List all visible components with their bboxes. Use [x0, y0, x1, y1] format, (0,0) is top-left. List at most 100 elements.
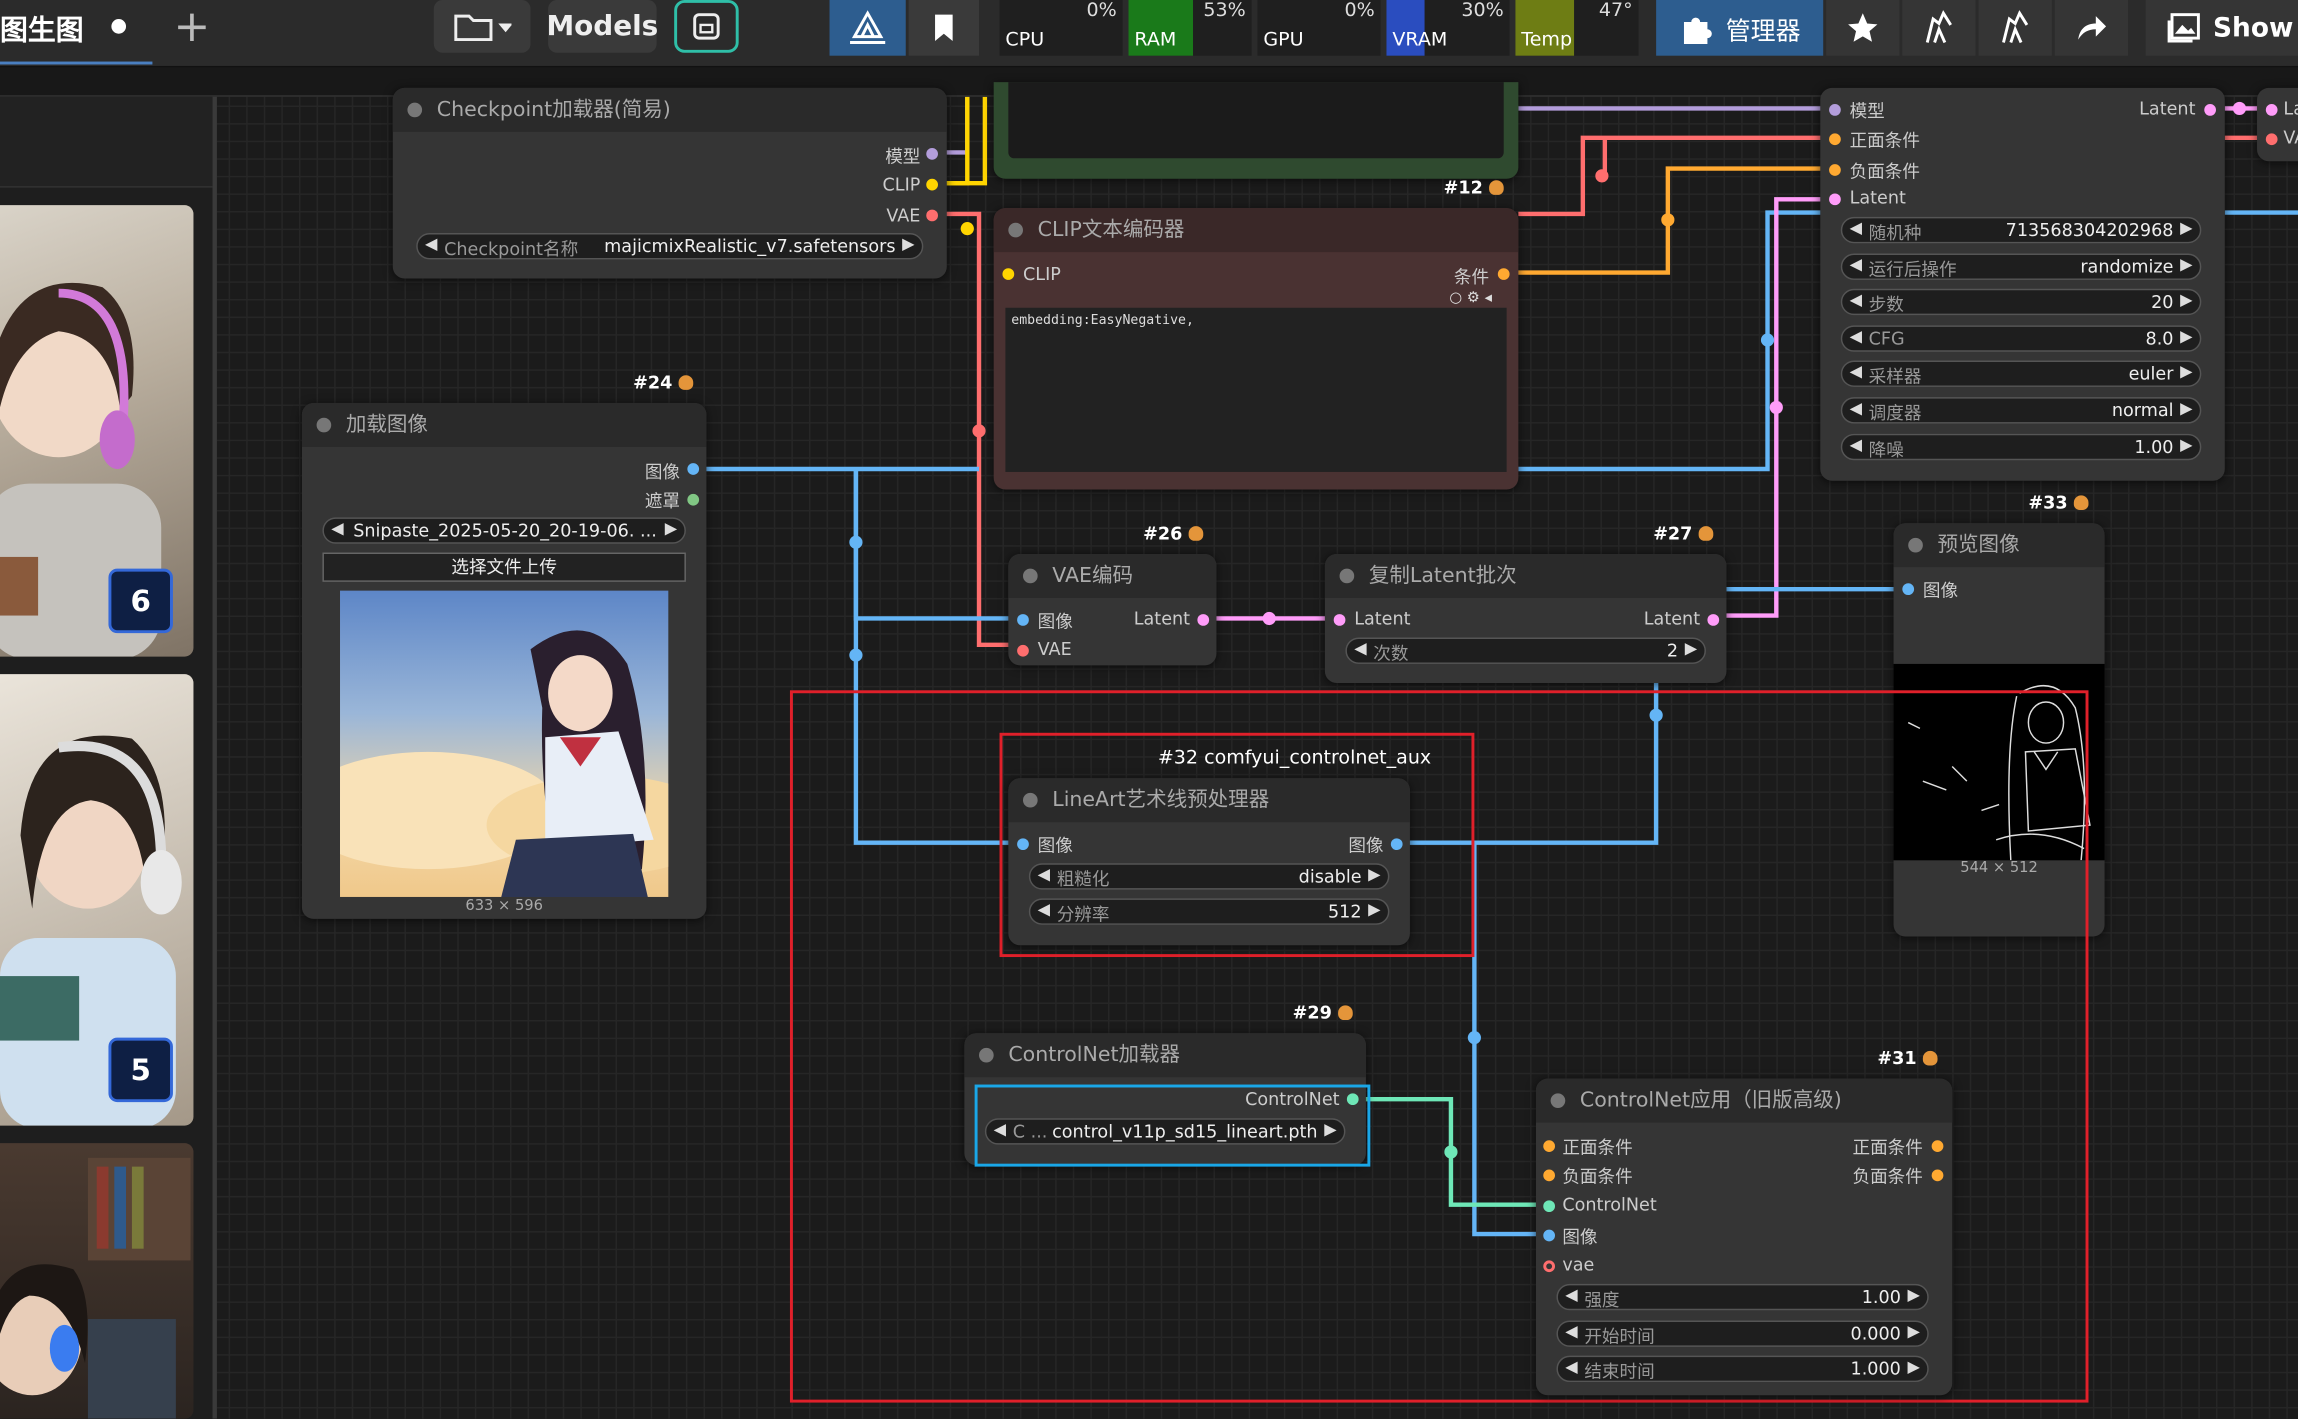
node-id-tag: #24 [633, 372, 693, 393]
amount-widget[interactable]: ◀ 次数 2 ▶ [1345, 637, 1706, 664]
input-pin[interactable] [1902, 583, 1915, 596]
manager-button[interactable]: 管理器 [1656, 0, 1824, 56]
arrow-left-icon[interactable]: ◀ [425, 234, 437, 253]
start-percent-widget[interactable]: ◀ 开始时间 0.000 ▶ [1556, 1320, 1929, 1347]
coarse-widget[interactable]: ◀ 粗糙化 disable ▶ [1028, 863, 1390, 890]
offscreen-node[interactable]: La VA [2257, 87, 2298, 162]
input-pin[interactable] [1829, 133, 1841, 146]
input-pin[interactable] [2265, 133, 2278, 146]
node-title: 预览图像 [1937, 533, 2020, 557]
fox-icon [1698, 526, 1713, 541]
history-count-badge: 5 [108, 1037, 173, 1103]
seed-widget[interactable]: ◀ 随机种 713568304202968 ▶ [1840, 216, 2202, 244]
vae-encode-node[interactable]: VAE编码 图像 Latent VAE [1008, 553, 1217, 666]
input-pin[interactable] [1543, 1200, 1556, 1213]
show-image-label: Show I [2213, 12, 2298, 44]
show-image-button[interactable]: Show I [2145, 0, 2298, 56]
star-icon [1848, 13, 1878, 42]
input-pin[interactable] [1002, 268, 1015, 280]
steps-widget[interactable]: ◀ 步数 20 ▶ [1840, 288, 2202, 316]
history-thumbnail[interactable] [0, 1143, 194, 1419]
vram-label: VRAM [1392, 29, 1448, 52]
scheduler-widget[interactable]: ◀ 调度器 normal ▶ [1840, 397, 2202, 424]
resolution-widget[interactable]: ◀ 分辨率 512 ▶ [1028, 898, 1390, 925]
textbox-tools-icon[interactable]: ○ ⚙ ◂ [1449, 290, 1492, 306]
output-pin[interactable] [687, 463, 700, 475]
repeat-latent-batch-node[interactable]: 复制Latent批次 Latent Latent ◀ 次数 2 ▶ [1324, 553, 1727, 683]
input-pin[interactable] [1017, 644, 1029, 657]
output-pin[interactable] [1707, 614, 1720, 626]
new-tab-plus-icon[interactable]: + [167, 1, 217, 52]
output-pin[interactable] [1197, 614, 1210, 626]
output-pin[interactable] [926, 148, 938, 160]
output-pin[interactable] [926, 178, 938, 191]
input-pin[interactable] [1543, 1140, 1556, 1152]
share-arrow-icon [2078, 16, 2107, 40]
cfg-widget[interactable]: ◀ CFG 8.0 ▶ [1840, 325, 2202, 352]
star-button[interactable] [1826, 0, 1900, 56]
output-pin[interactable] [1931, 1140, 1944, 1152]
output-pin[interactable] [1497, 268, 1510, 280]
upload-file-button[interactable]: 选择文件上传 [322, 552, 686, 582]
checkpoint-name-combo[interactable]: ◀ Checkpoint名称 majicmixRealistic_v7.safe… [416, 233, 924, 260]
manager-label: 管理器 [1725, 16, 1801, 47]
node-title: CLIP文本编码器 [1037, 218, 1185, 242]
checkpoint-loader-node[interactable]: Checkpoint加载器(简易) 模型 CLIP VAE ◀ Checkpoi… [392, 87, 947, 279]
save-button[interactable] [674, 0, 739, 53]
vram-value: 30% [1461, 0, 1504, 22]
input-pin[interactable] [1017, 614, 1029, 626]
control-after-generate-widget[interactable]: ◀ 运行后操作 randomize ▶ [1840, 253, 2202, 280]
workflow-folder-button[interactable] [433, 0, 531, 53]
output-pin[interactable] [926, 209, 938, 222]
share-button[interactable] [2054, 0, 2129, 56]
input-pin[interactable] [1543, 1229, 1556, 1242]
input-pin[interactable] [2265, 104, 2278, 116]
output-pin[interactable] [1931, 1169, 1944, 1182]
bookmark-button[interactable] [908, 0, 980, 56]
input-controlnet: ControlNet [1562, 1194, 1657, 1215]
gallery-icon [2167, 13, 2200, 43]
history-thumbnail[interactable]: 6 [0, 205, 194, 657]
output-pin[interactable] [1390, 838, 1403, 851]
input-image: 图像 [1037, 611, 1073, 632]
share-hand-button-2[interactable] [1978, 0, 2052, 56]
share-hand-button[interactable] [1902, 0, 1976, 56]
output-pin[interactable] [687, 493, 700, 506]
input-pin[interactable] [1333, 614, 1346, 626]
input-pin[interactable] [1829, 164, 1841, 176]
input-pin[interactable] [1829, 193, 1841, 206]
prompt-textarea[interactable]: embedding:EasyNegative, [1005, 307, 1507, 472]
image-size-label: 633 × 596 [465, 898, 543, 915]
input-pin[interactable] [1829, 104, 1841, 116]
sampler-widget[interactable]: ◀ 采样器 euler ▶ [1840, 360, 2202, 387]
group-node-top[interactable] [993, 82, 1519, 179]
input-label: La [2283, 98, 2298, 119]
end-percent-widget[interactable]: ◀ 结束时间 1.000 ▶ [1556, 1355, 1929, 1383]
image-file-combo[interactable]: ◀ Snipaste_2025-05-20_20-19-06. ... ▶ [322, 517, 686, 544]
input-pin[interactable] [1017, 838, 1029, 851]
denoise-widget[interactable]: ◀ 降噪 1.00 ▶ [1840, 433, 2202, 461]
puzzle-icon [1683, 17, 1712, 44]
load-image-node[interactable]: 加载图像 图像 遮罩 ◀ Snipaste_2025-05-20_20-19-06… [301, 403, 707, 919]
workflow-tab-title[interactable]: 图生图 [0, 6, 84, 50]
ksampler-node[interactable]: 模型 Latent 正面条件 负面条件 Latent ◀ 随机种 713568304… [1820, 87, 2225, 481]
output-pin[interactable] [2204, 104, 2216, 116]
models-button[interactable]: Models [546, 0, 658, 53]
node-id-tag: #27 [1653, 523, 1713, 544]
input-pin[interactable] [1543, 1169, 1556, 1182]
input-pin[interactable] [1543, 1260, 1556, 1273]
output-negative: 负面条件 [1852, 1166, 1923, 1188]
fox-icon [2073, 495, 2089, 511]
queue-logo-button[interactable] [829, 0, 906, 56]
fox-icon [678, 375, 693, 390]
input-vae: VAE [1037, 639, 1072, 660]
strength-widget[interactable]: ◀ 强度 1.00 ▶ [1556, 1283, 1929, 1311]
history-thumbnail[interactable]: 5 [0, 674, 194, 1126]
controlnet-apply-node[interactable]: ControlNet应用（旧版高级) 正面条件 正面条件 负面条件 负面条件 C… [1535, 1078, 1953, 1396]
arrow-right-icon[interactable]: ▶ [902, 234, 914, 253]
clip-text-encoder-node[interactable]: CLIP文本编码器 CLIP 条件 ○ ⚙ ◂ embedding:EasyNe… [993, 208, 1519, 490]
input-model: 模型 [1849, 101, 1885, 122]
lineart-preprocessor-node[interactable]: LineArt艺术线预处理器 图像 图像 ◀ 粗糙化 disable ▶ ◀ 分辨率 51… [1008, 778, 1410, 946]
node-id-tag: #33 [2028, 492, 2089, 513]
output-cond: 条件 [1453, 266, 1490, 288]
